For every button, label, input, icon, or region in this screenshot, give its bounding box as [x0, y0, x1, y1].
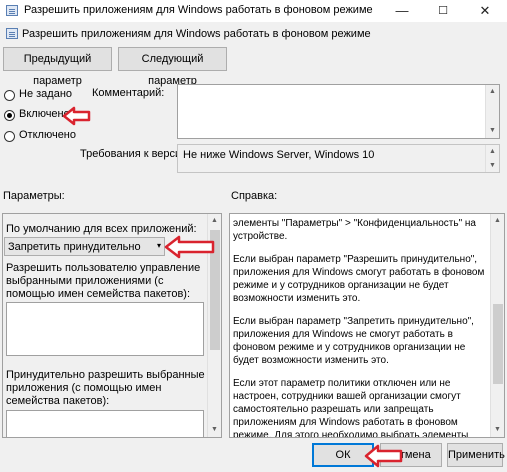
radio-not-configured-circle[interactable] [4, 90, 15, 101]
help-label: Справка: [231, 190, 278, 202]
force-allow-label: Принудительно разрешить выбранные прилож… [6, 369, 205, 407]
supported-on-value: Не ниже Windows Server, Windows 10 [183, 149, 375, 161]
scroll-down-icon[interactable]: ▼ [486, 159, 499, 172]
supported-on-scrollbar[interactable]: ▲ ▼ [485, 145, 499, 172]
options-label: Параметры: [3, 190, 65, 202]
policy-icon [6, 28, 18, 39]
help-paragraph: элементы "Параметры" > "Конфиденциальнос… [233, 218, 476, 242]
scroll-up-icon[interactable]: ▲ [486, 85, 499, 99]
force-allow-list[interactable] [6, 410, 204, 437]
user-control-label: Разрешить пользователю управление выбран… [6, 262, 201, 300]
comment-scrollbar[interactable]: ▲ ▼ [485, 85, 499, 138]
help-scrollbar[interactable]: ▲ ▼ [490, 214, 504, 437]
previous-setting-button[interactable]: Предыдущий параметр [3, 47, 112, 87]
comment-label: Комментарий: [92, 87, 165, 99]
annotation-arrow-dropdown-icon [164, 235, 215, 259]
minimize-button[interactable]: — [387, 0, 417, 22]
help-paragraph: Если выбран параметр "Запретить принудит… [233, 316, 474, 366]
help-text: элементы "Параметры" > "Конфиденциальнос… [233, 217, 488, 438]
next-setting-button[interactable]: Следующий параметр [118, 47, 227, 87]
policy-app-icon [6, 5, 18, 16]
scroll-down-icon[interactable]: ▼ [491, 423, 504, 437]
close-button[interactable]: ✕ [470, 0, 500, 22]
scroll-up-icon[interactable]: ▲ [486, 145, 499, 158]
comment-field[interactable]: ▲ ▼ [177, 84, 500, 139]
default-all-apps-value: Запретить принудительно [8, 241, 141, 253]
radio-disabled-circle[interactable] [4, 131, 15, 142]
supported-on-field: Не ниже Windows Server, Windows 10 ▲ ▼ [177, 144, 500, 173]
help-paragraph: Если этот параметр политики отключен или… [233, 378, 469, 438]
scroll-up-icon[interactable]: ▲ [491, 214, 504, 228]
policy-title: Разрешить приложениям для Windows работа… [22, 28, 371, 40]
scroll-down-icon[interactable]: ▼ [208, 423, 221, 437]
radio-enabled-circle[interactable] [4, 110, 15, 121]
user-control-list[interactable] [6, 302, 204, 356]
scroll-down-icon[interactable]: ▼ [486, 124, 499, 138]
window-title: Разрешить приложениям для Windows работа… [24, 4, 373, 16]
radio-disabled-label: Отключено [19, 129, 76, 141]
title-bar: Разрешить приложениям для Windows работа… [0, 0, 507, 22]
radio-disabled[interactable]: Отключено [4, 129, 76, 143]
apply-button[interactable]: Применить [447, 443, 505, 467]
maximize-button[interactable]: ☐ [428, 0, 458, 22]
default-all-apps-dropdown[interactable]: Запретить принудительно ▾ [4, 237, 165, 256]
chevron-down-icon[interactable]: ▾ [157, 241, 161, 250]
radio-not-configured[interactable]: Не задано [4, 88, 74, 102]
help-paragraph: Если выбран параметр "Разрешить принудит… [233, 254, 485, 304]
help-panel: элементы "Параметры" > "Конфиденциальнос… [229, 213, 505, 438]
default-all-apps-label: По умолчанию для всех приложений: [6, 223, 197, 235]
supported-on-label: Требования к версии: [80, 148, 191, 160]
scroll-up-icon[interactable]: ▲ [208, 214, 221, 228]
help-scroll-thumb[interactable] [493, 304, 503, 384]
annotation-arrow-enabled-icon [62, 106, 91, 126]
radio-not-configured-label: Не задано [19, 88, 73, 100]
annotation-arrow-ok-icon [364, 444, 403, 468]
